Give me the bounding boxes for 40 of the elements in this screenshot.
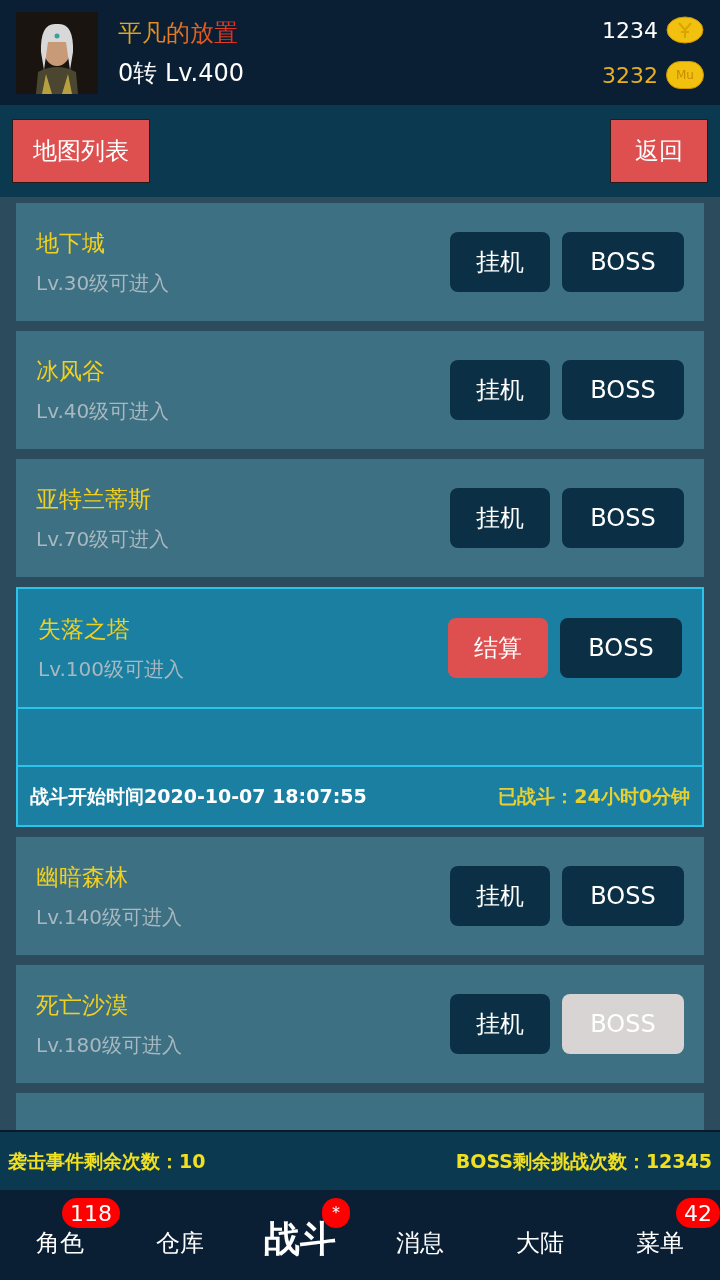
map-requirement: Lv.40级可进入 xyxy=(36,398,171,426)
idle-button[interactable]: 挂机 xyxy=(450,994,550,1054)
battle-start-time: 战斗开始时间2020-10-07 18:07:55 xyxy=(30,783,367,809)
boss-button[interactable]: BOSS xyxy=(562,232,684,292)
boss-button[interactable]: BOSS xyxy=(562,488,684,548)
settle-button[interactable]: 结算 xyxy=(448,618,548,678)
boss-count: BOSS剩余挑战次数：12345 xyxy=(455,1148,712,1174)
tab[interactable]: 菜单 xyxy=(636,1225,684,1261)
boss-button[interactable]: BOSS xyxy=(560,618,682,678)
badge: 118 xyxy=(62,1198,120,1228)
raid-count: 袭击事件剩余次数：10 xyxy=(8,1148,206,1174)
map-requirement: Lv.140级可进入 xyxy=(36,904,183,932)
map-requirement: Lv.100级可进入 xyxy=(38,656,185,684)
badge: 42 xyxy=(676,1198,720,1228)
map-list-button[interactable]: 地图列表 xyxy=(12,119,150,183)
idle-button[interactable]: 挂机 xyxy=(450,360,550,420)
player-level: 0转 Lv.400 xyxy=(118,57,246,89)
tab[interactable]: 大陆 xyxy=(516,1225,564,1261)
map-name: 幽暗森林 xyxy=(36,862,129,892)
currency-amount: 1234 xyxy=(602,16,658,45)
map-requirement: Lv.180级可进入 xyxy=(36,1032,183,1060)
tab[interactable]: 角色 xyxy=(36,1225,84,1261)
tab[interactable]: 消息 xyxy=(396,1225,444,1261)
map-name: 亚特兰蒂斯 xyxy=(36,484,152,514)
map-name: 冰风谷 xyxy=(36,356,106,386)
map-name: 失落之塔 xyxy=(38,614,131,644)
idle-button[interactable]: 挂机 xyxy=(450,488,550,548)
map-requirement: Lv.30级可进入 xyxy=(36,270,171,298)
coin-icon xyxy=(666,16,704,44)
battle-elapsed: 已战斗：24小时0分钟 xyxy=(498,783,690,809)
idle-button[interactable]: 挂机 xyxy=(450,866,550,926)
map-name: 地下城 xyxy=(36,228,106,258)
back-button[interactable]: 返回 xyxy=(610,119,708,183)
idle-button[interactable]: 挂机 xyxy=(450,232,550,292)
boss-button[interactable]: BOSS xyxy=(562,360,684,420)
currency-amount: 3232 xyxy=(602,61,658,90)
boss-button[interactable]: BOSS xyxy=(562,866,684,926)
map-requirement: Lv.70级可进入 xyxy=(36,526,171,554)
tab[interactable]: 仓库 xyxy=(156,1225,204,1261)
map-name: 死亡沙漠 xyxy=(36,990,129,1020)
